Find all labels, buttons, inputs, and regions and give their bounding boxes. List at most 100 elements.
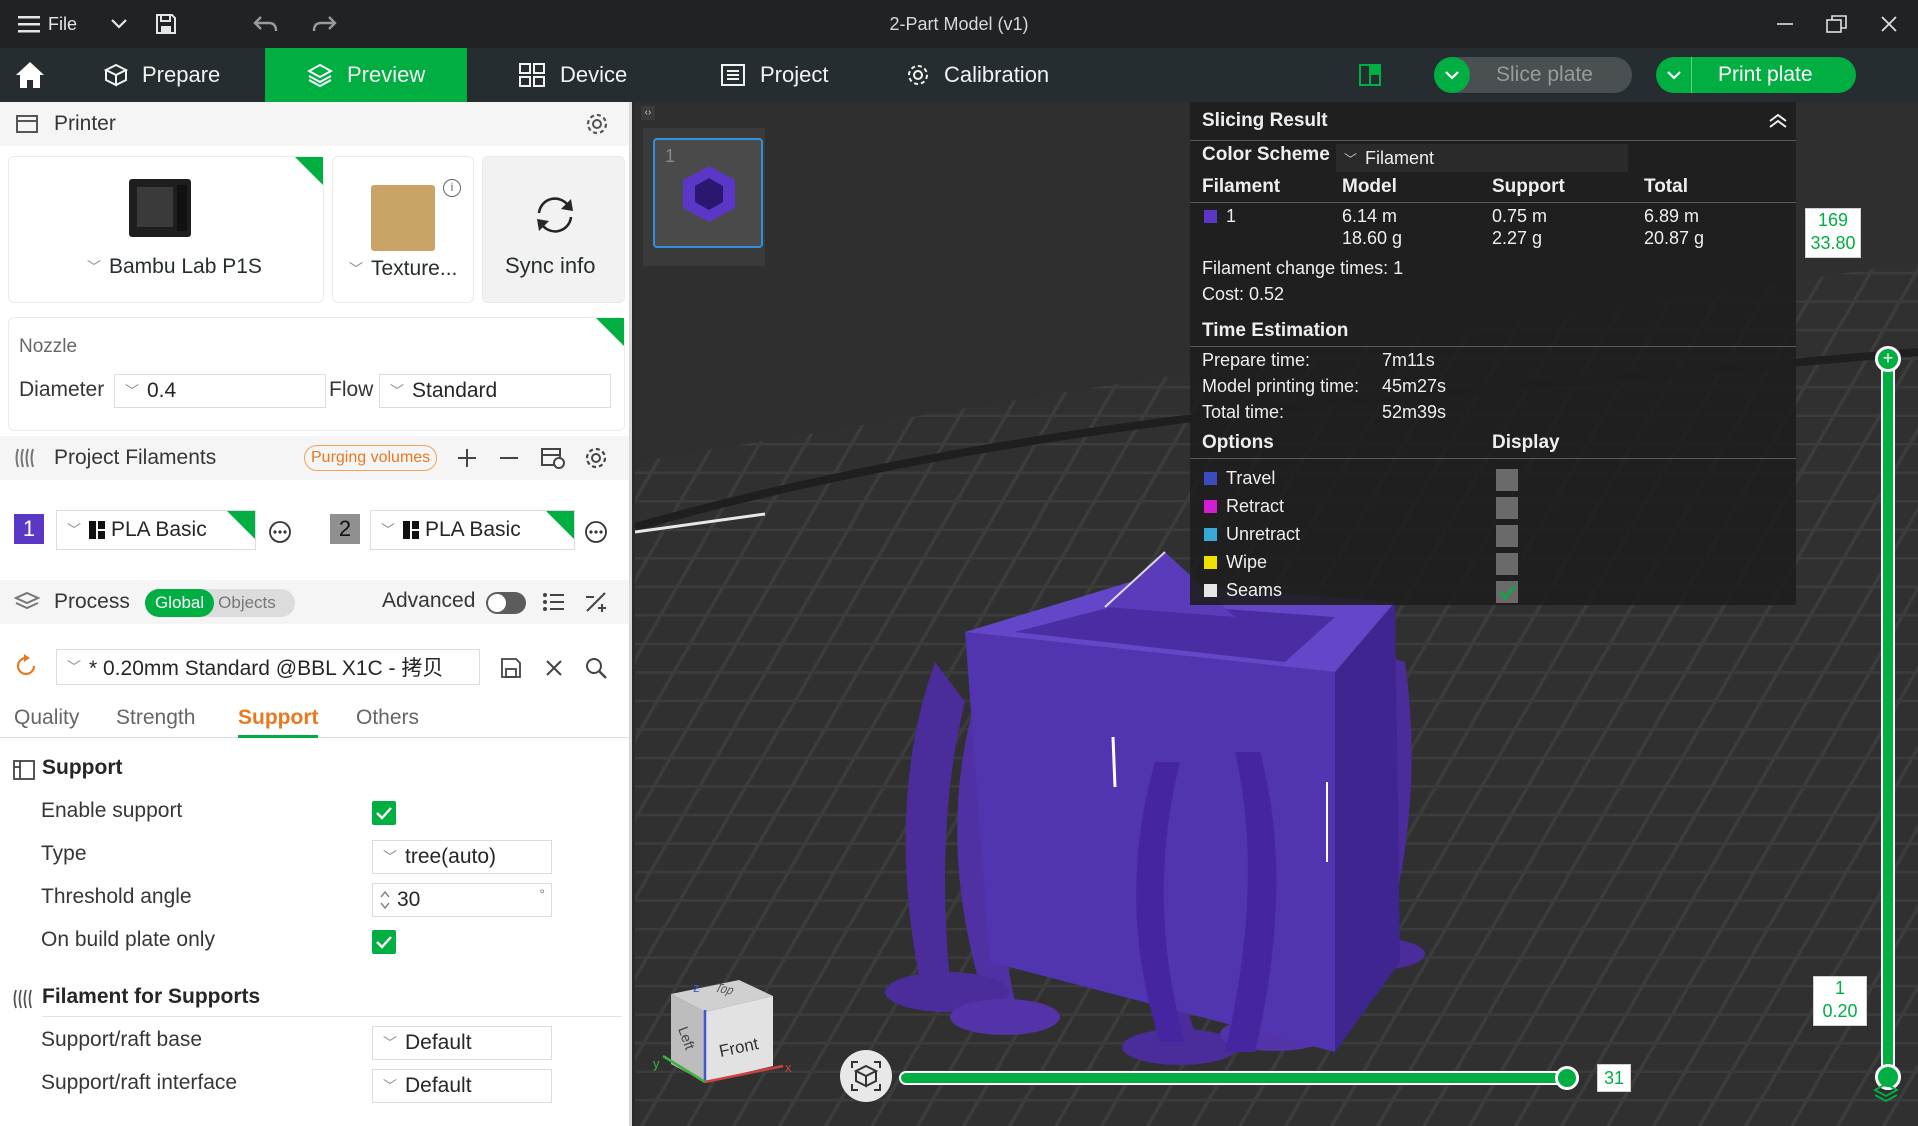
- home-button[interactable]: [14, 48, 46, 102]
- filament-brand-icon: [403, 521, 419, 539]
- threshold-angle-value: 30: [397, 888, 421, 911]
- layer-slider[interactable]: +: [1875, 202, 1905, 1122]
- close-preset-icon[interactable]: [544, 658, 564, 678]
- list-icon: [720, 63, 746, 87]
- printer-settings-icon[interactable]: [585, 112, 609, 136]
- filament-settings-icon[interactable]: [584, 446, 608, 470]
- filament-index-badge[interactable]: 1: [14, 514, 44, 544]
- sync-filament-icon[interactable]: [540, 446, 566, 470]
- spin-arrows-icon[interactable]: [379, 888, 391, 912]
- reset-view-button[interactable]: [840, 1050, 892, 1102]
- menu-button[interactable]: File: [18, 0, 77, 48]
- purging-volumes-button[interactable]: Purging volumes: [304, 445, 438, 471]
- add-icon[interactable]: [456, 447, 478, 469]
- layout-toggle-icon[interactable]: [1358, 48, 1382, 102]
- option-seams-display-checkbox[interactable]: [1496, 581, 1518, 603]
- sync-info-button[interactable]: Sync info: [482, 156, 625, 303]
- filament-2-select[interactable]: ﹀ PLA Basic: [370, 510, 575, 550]
- option-color-swatch: [1204, 472, 1217, 485]
- total-time-value: 52m39s: [1382, 402, 1447, 422]
- slice-plate-button[interactable]: Slice plate: [1434, 57, 1632, 93]
- threshold-angle-unit: °: [539, 886, 545, 902]
- close-icon[interactable]: [1880, 0, 1898, 48]
- support-type-select[interactable]: ﹀ tree(auto): [372, 840, 552, 874]
- model-length: 6.14 m: [1342, 206, 1398, 226]
- filament-1-select[interactable]: ﹀ PLA Basic: [56, 510, 256, 550]
- restore-icon[interactable]: [1826, 0, 1848, 48]
- view-cube[interactable]: Top Left Front x y z: [653, 960, 793, 1090]
- move-slider-handle[interactable]: [1555, 1066, 1579, 1090]
- tab-project-label: Project: [760, 62, 829, 87]
- col-total: Total: [1644, 176, 1688, 197]
- list-view-icon[interactable]: [542, 591, 566, 613]
- global-option[interactable]: Global: [145, 589, 215, 617]
- save-preset-icon[interactable]: [500, 657, 522, 679]
- option-travel-display-checkbox[interactable]: [1496, 469, 1518, 491]
- more-icon[interactable]: [268, 520, 292, 544]
- global-objects-toggle[interactable]: Global Objects: [145, 589, 295, 617]
- compare-icon[interactable]: [584, 591, 608, 613]
- option-color-swatch: [1204, 556, 1217, 569]
- chevron-down-icon[interactable]: [110, 0, 128, 48]
- print-plate-button[interactable]: Print plate: [1656, 57, 1856, 93]
- redo-icon[interactable]: [312, 0, 338, 48]
- support-interface-value: Default: [405, 1074, 472, 1097]
- slicing-result-panel: Slicing Result Color Scheme ﹀ Filament F…: [1190, 102, 1796, 605]
- support-interface-select[interactable]: ﹀ Default: [372, 1069, 552, 1103]
- layer-slider-top-handle[interactable]: +: [1875, 346, 1901, 372]
- process-preset-select[interactable]: ﹀ * 0.20mm Standard @BBL X1C - 拷贝: [56, 649, 480, 685]
- printer-card[interactable]: ﹀ Bambu Lab P1S: [8, 156, 324, 303]
- left-sidebar: Printer ﹀ Bambu Lab P1S i ﹀ Texture... S…: [0, 102, 632, 1126]
- col-support: Support: [1492, 176, 1565, 197]
- more-icon[interactable]: [584, 520, 608, 544]
- collapse-up-icon[interactable]: [1768, 112, 1788, 128]
- option-unretract-display-checkbox[interactable]: [1496, 525, 1518, 547]
- reset-icon[interactable]: [14, 654, 38, 678]
- layers-toggle-icon[interactable]: [1873, 1082, 1899, 1106]
- print-dropdown-icon[interactable]: [1656, 57, 1692, 93]
- tab-strength[interactable]: Strength: [116, 706, 195, 730]
- option-wipe-label: Wipe: [1226, 552, 1268, 572]
- move-slider[interactable]: 31: [899, 1064, 1631, 1092]
- filament-support-icon: [12, 988, 36, 1010]
- diameter-select[interactable]: ﹀ 0.4: [114, 374, 326, 408]
- filament-index-badge[interactable]: 2: [330, 514, 360, 544]
- advanced-switch[interactable]: [486, 592, 526, 614]
- remove-icon[interactable]: [498, 447, 520, 469]
- filament-id: 1: [1226, 206, 1237, 226]
- tab-others[interactable]: Others: [356, 706, 419, 730]
- option-retract-display-checkbox[interactable]: [1496, 497, 1518, 519]
- support-base-select[interactable]: ﹀ Default: [372, 1026, 552, 1060]
- options-header: Options: [1202, 432, 1274, 453]
- save-icon[interactable]: [154, 0, 178, 48]
- color-scheme-select[interactable]: ﹀ Filament: [1336, 144, 1628, 172]
- tab-prepare[interactable]: Prepare: [104, 48, 264, 102]
- collapse-panel-icon[interactable]: ‹›: [641, 106, 655, 120]
- tab-device[interactable]: Device: [518, 48, 627, 102]
- chevron-down-icon: ﹀: [67, 659, 81, 675]
- undo-icon[interactable]: [252, 0, 278, 48]
- tab-project[interactable]: Project: [720, 48, 828, 102]
- minimize-icon[interactable]: [1776, 0, 1794, 48]
- objects-option[interactable]: Objects: [214, 593, 276, 613]
- enable-support-checkbox[interactable]: [372, 801, 396, 825]
- chevron-down-icon: ﹀: [383, 1078, 397, 1094]
- info-icon[interactable]: i: [443, 179, 461, 197]
- tab-quality[interactable]: Quality: [14, 706, 79, 730]
- plate-card[interactable]: i ﹀ Texture...: [332, 156, 474, 303]
- plate-thumbnail-item[interactable]: 1: [653, 138, 763, 248]
- tab-device-label: Device: [560, 62, 628, 87]
- process-preset-name: * 0.20mm Standard @BBL X1C - 拷贝: [89, 657, 444, 680]
- option-wipe-display-checkbox[interactable]: [1496, 553, 1518, 575]
- threshold-angle-input[interactable]: 30 °: [372, 883, 552, 917]
- slice-dropdown-icon[interactable]: [1434, 57, 1470, 93]
- build-plate-only-checkbox[interactable]: [372, 930, 396, 954]
- layer-bottom-number: 1: [1834, 978, 1845, 998]
- tab-support[interactable]: Support: [238, 706, 319, 738]
- tab-preview[interactable]: Preview: [265, 48, 467, 102]
- prepare-time-value: 7m11s: [1382, 350, 1435, 370]
- printer-section-header: Printer: [0, 102, 629, 146]
- tab-calibration[interactable]: Calibration: [906, 48, 1049, 102]
- search-icon[interactable]: [584, 656, 608, 680]
- flow-select[interactable]: ﹀ Standard: [379, 374, 611, 408]
